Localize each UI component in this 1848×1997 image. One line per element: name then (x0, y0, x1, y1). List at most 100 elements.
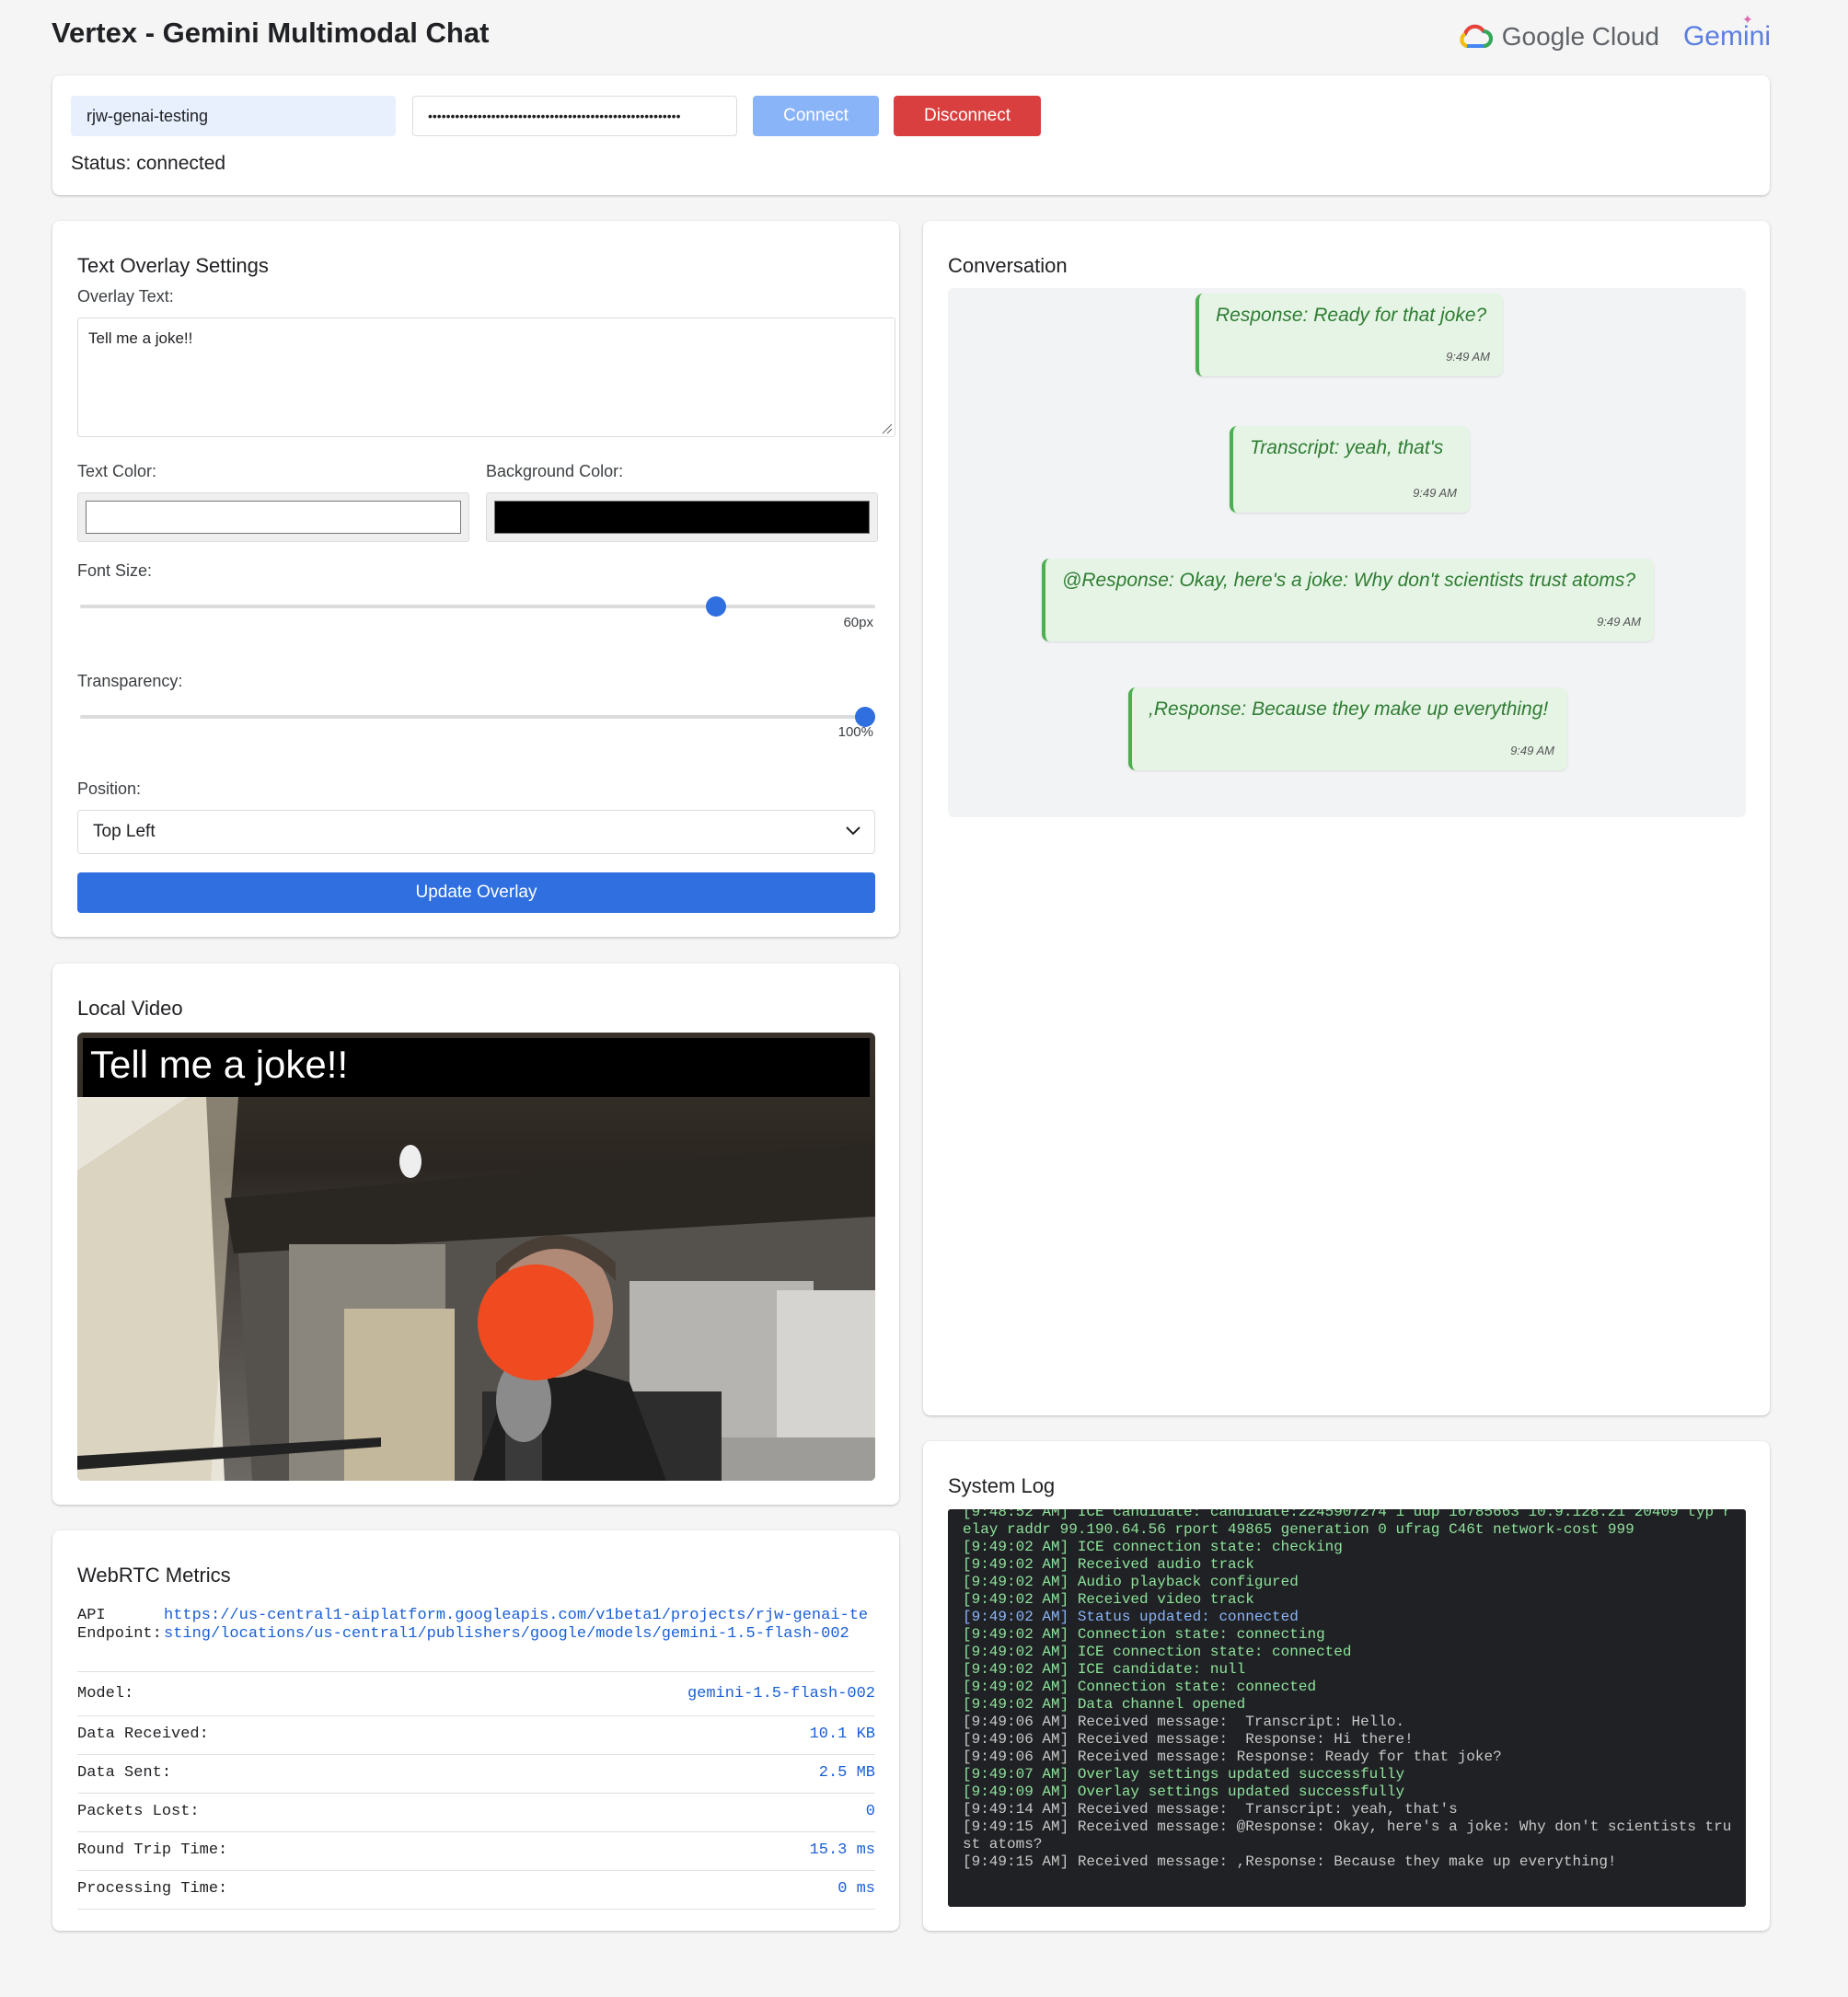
text-color-picker[interactable] (77, 492, 469, 542)
log-line: [9:49:06 AM] Received message: Transcrip… (963, 1714, 1405, 1730)
log-line: [9:49:07 AM] Overlay settings updated su… (963, 1766, 1405, 1783)
background-color-picker[interactable] (486, 492, 878, 542)
metric-label: Data Sent: (77, 1764, 172, 1782)
message-text: Transcript: yeah, that's (1250, 437, 1444, 458)
message-text: Response: Ready for that joke? (1216, 305, 1487, 326)
metric-row: Model: gemini-1.5-flash-002 (77, 1678, 875, 1716)
position-label: Position: (77, 779, 142, 798)
log-line: [9:49:02 AM] ICE connection state: check… (963, 1539, 1343, 1555)
font-size-slider-thumb[interactable] (706, 596, 727, 617)
font-size-value: 60px (843, 615, 873, 630)
background-color-label: Background Color: (486, 462, 624, 480)
transparency-value: 100% (837, 724, 873, 740)
panel-title: System Log (948, 1474, 1056, 1497)
metric-label: Model: (77, 1685, 134, 1703)
sparkle-icon: ✦ (1741, 12, 1753, 27)
disconnect-button[interactable]: Disconnect (894, 96, 1041, 136)
google-cloud-text: Google Cloud (1501, 22, 1659, 51)
panel-title: Conversation (948, 254, 1068, 277)
metric-row: Processing Time: 0 ms (77, 1871, 875, 1910)
message-time: 9:49 AM (1597, 615, 1641, 629)
metric-value: gemini-1.5-flash-002 (687, 1685, 875, 1703)
message-time: 9:49 AM (1510, 744, 1554, 757)
endpoint-label: API Endpoint: (77, 1607, 162, 1643)
metric-label: Processing Time: (77, 1880, 228, 1898)
background-color-swatch (494, 501, 870, 534)
font-size-slider[interactable] (80, 596, 875, 617)
resize-handle-icon[interactable] (882, 423, 893, 434)
metric-value: 0 (865, 1803, 875, 1820)
log-line: [9:49:02 AM] Status updated: connected (963, 1609, 1299, 1625)
log-lines: [9:48:52 AM] ICE candidate: candidate:22… (963, 1509, 1735, 1871)
panel-title: Local Video (77, 997, 183, 1020)
transparency-slider[interactable] (80, 707, 875, 727)
text-color-label: Text Color: (77, 462, 157, 480)
metric-label: Packets Lost: (77, 1803, 200, 1820)
text-overlay-settings-panel: Text Overlay Settings Overlay Text: Tell… (52, 221, 899, 937)
project-id-input[interactable]: rjw-genai-testing (71, 96, 396, 136)
log-line: [9:49:02 AM] Audio playback configured (963, 1574, 1299, 1590)
log-line: [9:49:15 AM] Received message: ,Response… (963, 1853, 1617, 1870)
endpoint-link[interactable]: https://us-central1-aiplatform.googleapi… (164, 1607, 872, 1644)
log-line: [9:49:02 AM] ICE candidate: null (963, 1661, 1246, 1678)
message-time: 9:49 AM (1446, 350, 1490, 364)
brand-logos: Google Cloud Gemini ✦ (1456, 12, 1771, 59)
log-line: [9:49:09 AM] Overlay settings updated su… (963, 1783, 1405, 1800)
page-header: Vertex - Gemini Multimodal Chat Google C… (52, 12, 1771, 61)
metric-row-endpoint: API Endpoint: https://us-central1-aiplat… (77, 1607, 875, 1672)
overlay-text-input[interactable]: Tell me a joke!! (77, 317, 895, 437)
log-line: [9:49:06 AM] Received message: Response:… (963, 1731, 1414, 1748)
connection-status: Status: connected (71, 153, 226, 174)
metric-value: 2.5 MB (818, 1764, 875, 1782)
metric-row: Packets Lost: 0 (77, 1794, 875, 1832)
transparency-label: Transparency: (77, 672, 183, 690)
message-bubble: Response: Ready for that joke? 9:49 AM (1195, 294, 1503, 376)
position-select[interactable]: Top Left (77, 810, 875, 854)
panel-title: Text Overlay Settings (77, 254, 269, 277)
log-line: [9:49:06 AM] Received message: Response:… (963, 1749, 1502, 1765)
overlay-text-value: Tell me a joke!! (88, 329, 193, 347)
text-color-swatch (86, 501, 461, 534)
system-log-output[interactable]: [9:48:52 AM] ICE candidate: candidate:22… (948, 1509, 1746, 1907)
log-line: [9:49:02 AM] ICE connection state: conne… (963, 1644, 1352, 1660)
log-line: [9:49:02 AM] Received audio track (963, 1556, 1254, 1573)
conversation-panel: Conversation Response: Ready for that jo… (923, 221, 1770, 1415)
local-video-feed: Tell me a joke!! (77, 1033, 875, 1481)
log-line: [9:49:02 AM] Data channel opened (963, 1696, 1246, 1713)
metric-label: Data Received: (77, 1726, 209, 1743)
message-time: 9:49 AM (1413, 486, 1457, 500)
connection-panel: rjw-genai-testing ••••••••••••••••••••••… (52, 75, 1770, 195)
message-text: @Response: Okay, here's a joke: Why don'… (1062, 570, 1636, 591)
log-line: [9:49:15 AM] Received message: @Response… (963, 1818, 1732, 1853)
gemini-logo: Gemini ✦ (1682, 12, 1771, 52)
webrtc-metrics-panel: WebRTC Metrics API Endpoint: https://us-… (52, 1530, 899, 1931)
log-line: [9:49:14 AM] Received message: Transcrip… (963, 1801, 1458, 1818)
metric-row: Data Received: 10.1 KB (77, 1716, 875, 1755)
panel-title: WebRTC Metrics (77, 1564, 231, 1587)
metric-value: 15.3 ms (809, 1841, 875, 1859)
position-selected-value: Top Left (93, 822, 156, 841)
metric-row: Round Trip Time: 15.3 ms (77, 1832, 875, 1871)
log-line: [9:49:02 AM] Received video track (963, 1591, 1254, 1608)
message-bubble: @Response: Okay, here's a joke: Why don'… (1042, 559, 1654, 641)
local-video-panel: Local Video Tell me a joke!! (52, 964, 899, 1505)
message-bubble: Transcript: yeah, that's 9:49 AM (1230, 426, 1470, 513)
google-cloud-logo: Google Cloud (1456, 22, 1659, 52)
metric-value: 10.1 KB (809, 1726, 875, 1743)
connect-button[interactable]: Connect (753, 96, 879, 136)
font-size-label: Font Size: (77, 561, 153, 580)
conversation-messages: Response: Ready for that joke? 9:49 AM T… (948, 288, 1746, 817)
system-log-panel: System Log [9:48:52 AM] ICE candidate: c… (923, 1441, 1770, 1931)
video-frame-image (77, 1097, 875, 1481)
api-key-input[interactable]: ••••••••••••••••••••••••••••••••••••••••… (412, 96, 737, 136)
metric-row: Data Sent: 2.5 MB (77, 1755, 875, 1794)
app-title: Vertex - Gemini Multimodal Chat (52, 17, 490, 49)
metric-label: Round Trip Time: (77, 1841, 228, 1859)
message-bubble: ,Response: Because they make up everythi… (1128, 687, 1567, 770)
overlay-text-label: Overlay Text: (77, 287, 174, 306)
log-line: [9:49:02 AM] Connection state: connectin… (963, 1626, 1325, 1643)
update-overlay-button[interactable]: Update Overlay (77, 872, 875, 913)
gemini-text: Gemini (1682, 21, 1771, 52)
chevron-down-icon (846, 826, 860, 836)
google-cloud-icon (1460, 24, 1493, 48)
